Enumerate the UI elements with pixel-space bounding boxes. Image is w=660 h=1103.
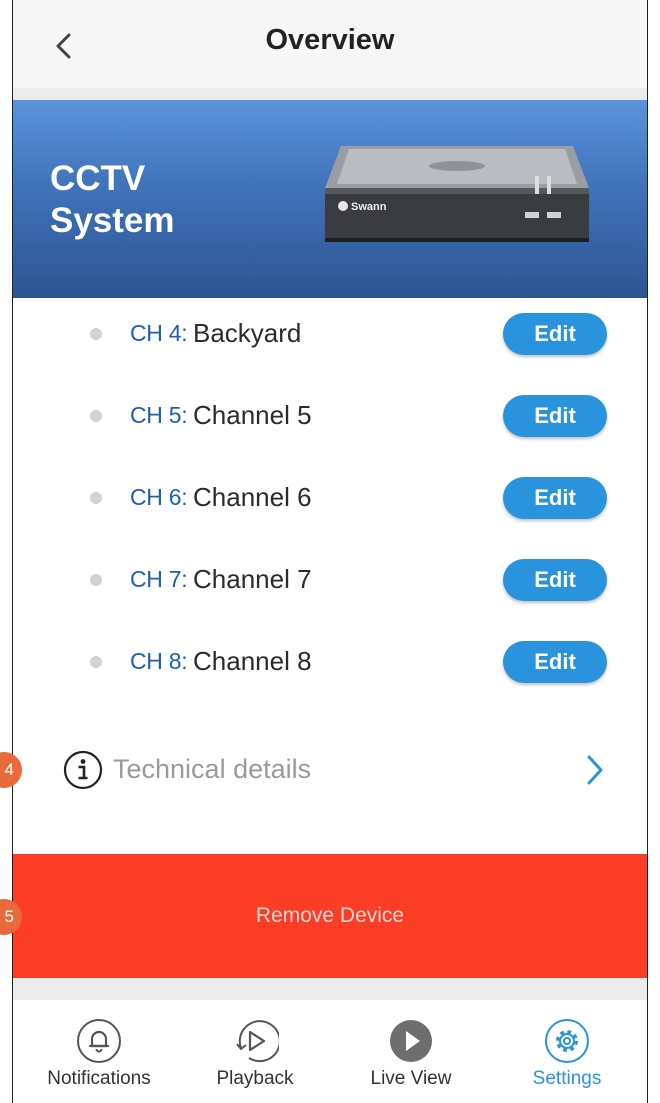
app-screen: Overview CCTV System Swann CH 4: Backyar… bbox=[12, 0, 648, 1103]
edit-button[interactable]: Edit bbox=[503, 313, 607, 355]
channel-row: CH 8: Channel 8 Edit bbox=[13, 625, 647, 705]
tab-playback[interactable]: Playback bbox=[185, 1000, 325, 1103]
device-type-line1: CCTV bbox=[50, 159, 146, 198]
chevron-right-icon bbox=[587, 755, 603, 785]
remove-device-button[interactable]: Remove Device bbox=[13, 854, 647, 978]
channel-row: CH 6: Channel 6 Edit bbox=[13, 461, 647, 541]
divider bbox=[13, 978, 647, 1000]
playback-icon bbox=[236, 1020, 279, 1063]
tab-label: Live View bbox=[370, 1068, 452, 1089]
status-dot bbox=[90, 410, 102, 422]
channel-number: CH 4: bbox=[130, 320, 188, 346]
status-dot bbox=[90, 328, 102, 340]
page-title: Overview bbox=[265, 24, 395, 56]
device-type-title: CCTV System bbox=[50, 158, 175, 242]
top-bar: Overview bbox=[13, 0, 647, 88]
status-dot bbox=[90, 492, 102, 504]
play-icon bbox=[390, 1020, 432, 1062]
channel-row: CH 5: Channel 5 Edit bbox=[13, 379, 647, 459]
status-dot bbox=[90, 656, 102, 668]
technical-details-row[interactable]: Technical details bbox=[13, 740, 647, 800]
tab-settings[interactable]: Settings bbox=[497, 1000, 637, 1103]
edit-button[interactable]: Edit bbox=[503, 641, 607, 683]
edit-button[interactable]: Edit bbox=[503, 559, 607, 601]
gear-icon bbox=[545, 1019, 589, 1063]
divider bbox=[13, 88, 647, 100]
device-type-line2: System bbox=[50, 201, 175, 240]
channel-row: CH 4: Backyard Edit bbox=[13, 297, 647, 377]
tab-label: Notifications bbox=[47, 1068, 151, 1089]
channel-name: Channel 6 bbox=[193, 482, 312, 512]
device-banner: CCTV System Swann bbox=[13, 100, 647, 298]
channel-row: CH 7: Channel 7 Edit bbox=[13, 543, 647, 623]
channel-name: Channel 7 bbox=[193, 564, 312, 594]
tab-live-view[interactable]: Live View bbox=[341, 1000, 481, 1103]
brand-label: Swann bbox=[351, 201, 387, 213]
bell-icon bbox=[77, 1019, 121, 1063]
tab-notifications[interactable]: Notifications bbox=[29, 1000, 169, 1103]
status-dot bbox=[90, 574, 102, 586]
info-icon bbox=[63, 750, 103, 790]
edit-button[interactable]: Edit bbox=[503, 477, 607, 519]
channel-number: CH 6: bbox=[130, 484, 188, 510]
channel-name: Backyard bbox=[193, 318, 302, 348]
edit-button[interactable]: Edit bbox=[503, 395, 607, 437]
remove-device-label: Remove Device bbox=[255, 904, 405, 927]
tab-label: Settings bbox=[532, 1068, 602, 1089]
technical-details-label: Technical details bbox=[113, 754, 312, 784]
dvr-device-image: Swann bbox=[325, 146, 589, 242]
channel-name: Channel 5 bbox=[193, 400, 312, 430]
bottom-tab-bar: Notifications Playback Live View Setting… bbox=[13, 1000, 647, 1103]
tab-label: Playback bbox=[216, 1068, 294, 1089]
channel-number: CH 5: bbox=[130, 402, 188, 428]
channel-number: CH 8: bbox=[130, 648, 188, 674]
channel-name: Channel 8 bbox=[193, 646, 312, 676]
channel-number: CH 7: bbox=[130, 566, 188, 592]
